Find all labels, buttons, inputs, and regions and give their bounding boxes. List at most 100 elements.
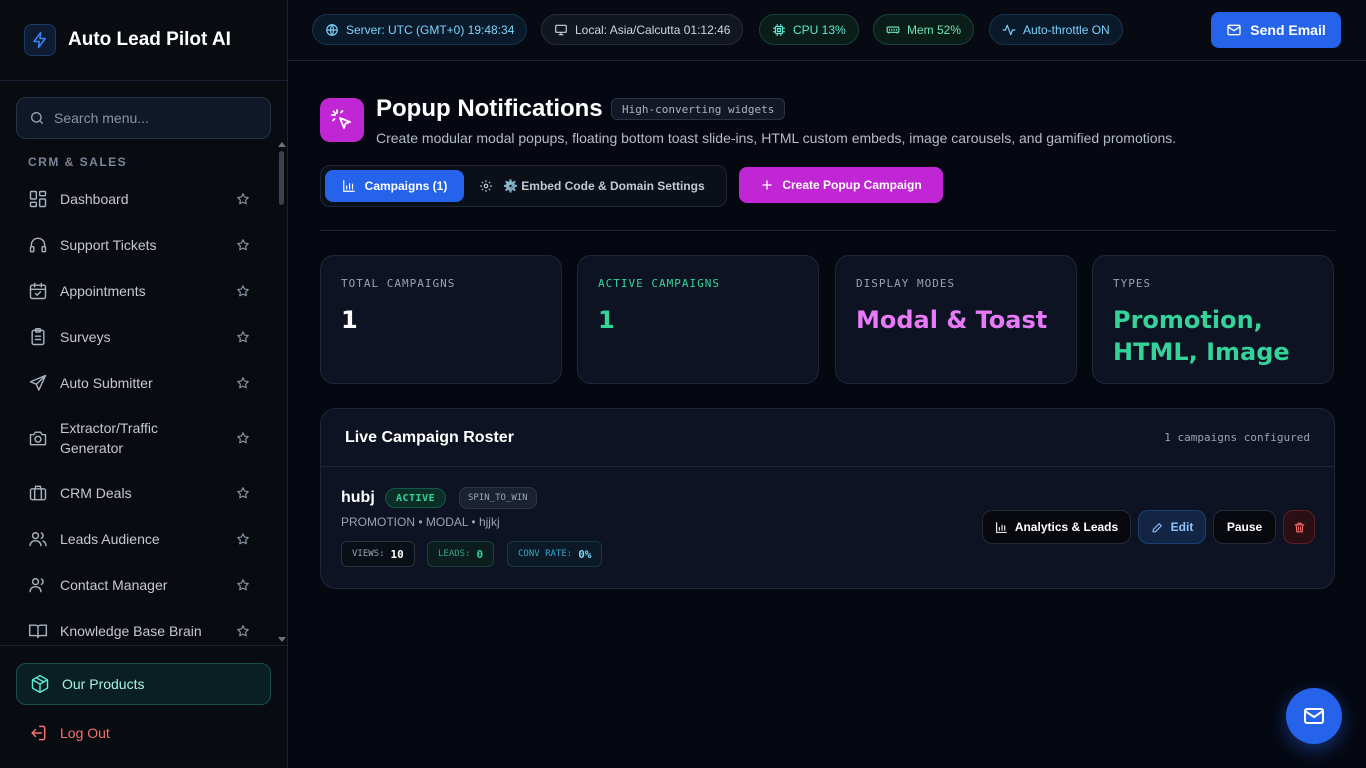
sidebar-item-label: Auto Submitter [60, 375, 153, 391]
edit-button[interactable]: Edit [1138, 510, 1206, 544]
create-popup-campaign-button[interactable]: Create Popup Campaign [739, 167, 943, 203]
pencil-icon [1151, 521, 1164, 534]
our-products-button[interactable]: Our Products [16, 663, 271, 705]
floating-mail-button[interactable] [1286, 688, 1342, 744]
sidebar-scrollbar[interactable] [278, 142, 286, 642]
auto-throttle-chip[interactable]: Auto-throttle ON [989, 14, 1123, 45]
view-tabs: Campaigns (1) ⚙️ Embed Code & Domain Set… [320, 165, 727, 207]
memory-text: Mem 52% [907, 22, 962, 37]
delete-button[interactable] [1283, 510, 1315, 544]
cpu-chip: CPU 13% [759, 14, 859, 45]
users-icon [28, 529, 48, 549]
scroll-up-arrow-icon[interactable] [278, 142, 286, 147]
sidebar-item-appointments[interactable]: Appointments [16, 268, 272, 314]
sidebar-item-dashboard[interactable]: Dashboard [16, 176, 272, 222]
analytics-leads-button[interactable]: Analytics & Leads [982, 510, 1131, 544]
sidebar-item-label: Leads Audience [60, 531, 160, 547]
sidebar: Auto Lead Pilot AI Search menu... CRM & … [0, 0, 288, 768]
status-badge: ACTIVE [385, 488, 447, 508]
stat-value: Promotion, HTML, Image [1113, 306, 1290, 366]
sidebar-item-label: Extractor/Traffic Generator [60, 420, 159, 456]
star-icon[interactable] [236, 624, 250, 638]
sidebar-item-auto-submitter[interactable]: Auto Submitter [16, 360, 272, 406]
sidebar-item-contact-manager[interactable]: Contact Manager [16, 562, 272, 608]
stat-label: ACTIVE CAMPAIGNS [598, 277, 720, 290]
sidebar-item-label: Appointments [60, 283, 146, 299]
stat-label: TYPES [1113, 277, 1152, 290]
tab-embed-settings-label: ⚙️ Embed Code & Domain Settings [503, 179, 705, 193]
stat-value: 1 [341, 306, 358, 334]
divider [320, 230, 1335, 231]
memory-chip: Mem 52% [873, 14, 975, 45]
stat-card-display-modes: DISPLAY MODES Modal & Toast [835, 255, 1077, 384]
sidebar-item-label: Surveys [60, 329, 111, 345]
dashboard-icon [28, 189, 48, 209]
book-open-icon [28, 621, 48, 641]
stat-card-total-campaigns: TOTAL CAMPAIGNS 1 [320, 255, 562, 384]
roster-header: Live Campaign Roster 1 campaigns configu… [321, 409, 1334, 467]
conversion-rate-metric: CONV RATE: 0% [507, 541, 603, 567]
send-email-button[interactable]: Send Email [1211, 12, 1341, 48]
pointer-click-icon [320, 98, 364, 142]
tab-embed-settings[interactable]: ⚙️ Embed Code & Domain Settings [479, 170, 705, 202]
leads-value: 0 [476, 547, 484, 561]
sidebar-item-label: Support Tickets [60, 237, 157, 253]
send-icon [28, 373, 48, 393]
sidebar-item-support-tickets[interactable]: Support Tickets [16, 222, 272, 268]
tab-campaigns-label: Campaigns (1) [364, 179, 448, 193]
sidebar-item-crm-deals[interactable]: CRM Deals [16, 470, 272, 516]
stat-card-types: TYPES Promotion, HTML, Image [1092, 255, 1334, 384]
plus-icon [760, 178, 774, 192]
tab-campaigns[interactable]: Campaigns (1) [325, 170, 464, 202]
clipboard-list-icon [28, 327, 48, 347]
app-title: Auto Lead Pilot AI [68, 29, 231, 50]
activity-icon [1002, 23, 1016, 37]
cpu-text: CPU 13% [793, 22, 846, 37]
star-icon[interactable] [236, 431, 250, 445]
package-icon [30, 674, 50, 694]
sidebar-item-surveys[interactable]: Surveys [16, 314, 272, 360]
star-icon[interactable] [236, 284, 250, 298]
star-icon[interactable] [236, 192, 250, 206]
local-time-chip: Local: Asia/Calcutta 01:12:46 [541, 14, 744, 45]
sidebar-item-label: Dashboard [60, 191, 129, 207]
leads-metric: LEADS: 0 [427, 541, 495, 567]
trash-icon [1293, 521, 1306, 534]
sidebar-item-leads-audience[interactable]: Leads Audience [16, 516, 272, 562]
sidebar-item-label: Contact Manager [60, 577, 168, 593]
star-icon[interactable] [236, 330, 250, 344]
star-icon[interactable] [236, 532, 250, 546]
scrollbar-thumb[interactable] [279, 151, 284, 205]
logout-button[interactable]: Log Out [28, 723, 110, 743]
campaign-meta: PROMOTION • MODAL • hjjkj [341, 515, 500, 529]
camera-icon [28, 428, 48, 448]
logout-icon [28, 723, 48, 743]
gear-icon [479, 179, 493, 193]
star-icon[interactable] [236, 376, 250, 390]
create-popup-campaign-label: Create Popup Campaign [782, 178, 922, 192]
bar-chart-icon [995, 521, 1008, 534]
campaign-name: hubj [341, 489, 375, 506]
pause-button[interactable]: Pause [1213, 510, 1276, 544]
campaign-type-badge: SPIN_TO_WIN [459, 487, 537, 509]
star-icon[interactable] [236, 238, 250, 252]
roster-title: Live Campaign Roster [345, 428, 514, 446]
our-products-label: Our Products [62, 676, 145, 692]
scroll-down-arrow-icon[interactable] [278, 637, 286, 642]
brand[interactable]: Auto Lead Pilot AI [0, 0, 287, 81]
pause-label: Pause [1226, 520, 1263, 534]
sidebar-item-extractor[interactable]: Extractor/Traffic Generator [16, 406, 272, 470]
auto-throttle-text: Auto-throttle ON [1023, 22, 1110, 37]
star-icon[interactable] [236, 486, 250, 500]
sidebar-nav: Dashboard Support Tickets Appointments S… [16, 176, 272, 654]
server-time-text: Server: UTC (GMT+0) 19:48:34 [346, 22, 515, 37]
sidebar-footer: Our Products Log Out [0, 645, 287, 768]
globe-icon [325, 23, 339, 37]
search-input[interactable]: Search menu... [16, 97, 271, 139]
send-email-label: Send Email [1250, 22, 1326, 38]
star-icon[interactable] [236, 578, 250, 592]
server-time-chip: Server: UTC (GMT+0) 19:48:34 [312, 14, 528, 45]
search-icon [29, 110, 45, 126]
page-tag-badge: High-converting widgets [611, 98, 786, 120]
page-title: Popup Notifications [376, 95, 603, 122]
